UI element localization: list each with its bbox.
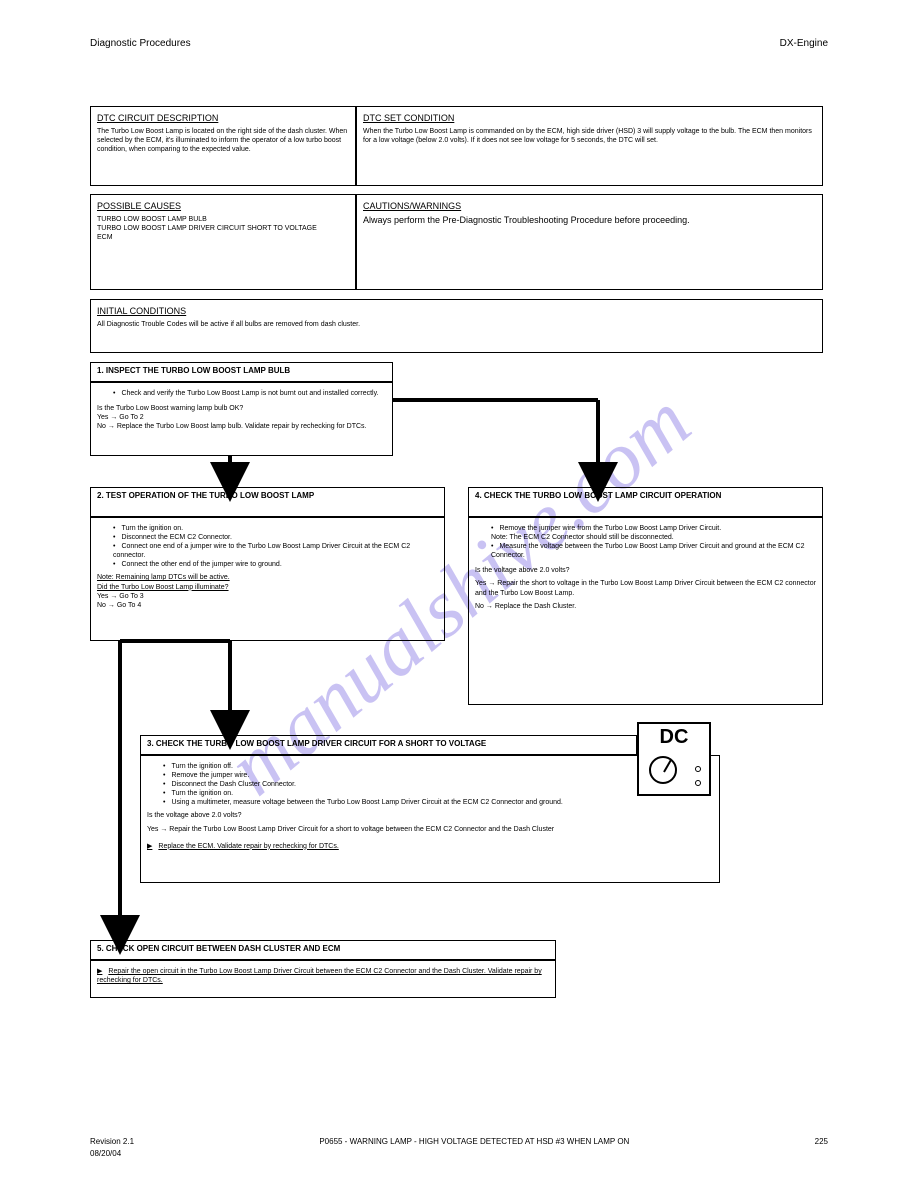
step2-title: 2. TEST OPERATION OF THE TURBO LOW BOOST… <box>97 491 314 500</box>
step2-item-1: Disconnect the ECM C2 Connector. <box>113 533 438 542</box>
step3-item-2: Disconnect the Dash Cluster Connector. <box>163 780 713 789</box>
box-body: The Turbo Low Boost Lamp is located on t… <box>97 127 349 154</box>
cautions-warnings: CAUTIONS/WARNINGS Always perform the Pre… <box>356 194 823 290</box>
dc-dial-icon <box>649 756 677 784</box>
step3-header: 3. CHECK THE TURBO LOW BOOST LAMP DRIVER… <box>140 735 637 755</box>
step4-question: Is the voltage above 2.0 volts? <box>475 566 816 575</box>
step3-question: Is the voltage above 2.0 volts? <box>147 811 713 820</box>
step3-yes: Yes → Repair the Turbo Low Boost Lamp Dr… <box>147 825 713 834</box>
step2-item-3: Connect the other end of the jumper wire… <box>113 560 438 569</box>
dc-label: DC <box>639 724 709 749</box>
step3-body: Turn the ignition off. Remove the jumper… <box>140 755 720 883</box>
step4-no: No → Replace the Dash Cluster. <box>475 602 816 611</box>
step4-yes: Yes → Repair the short to voltage in the… <box>475 579 816 597</box>
step4-item-0: Remove the jumper wire from the Turbo Lo… <box>491 524 816 533</box>
step3-item-3: Turn the ignition on. <box>163 789 713 798</box>
dtc-set-condition: DTC SET CONDITION When the Turbo Low Boo… <box>356 106 823 186</box>
box-title: DTC CIRCUIT DESCRIPTION <box>97 113 349 123</box>
box-title: INITIAL CONDITIONS <box>97 306 816 316</box>
step4-body: Remove the jumper wire from the Turbo Lo… <box>468 517 823 705</box>
step4-item-2: Measure the voltage between the Turbo Lo… <box>491 542 816 560</box>
step2-question: Did the Turbo Low Boost Lamp illuminate? <box>97 583 438 592</box>
step1-title: 1. INSPECT THE TURBO LOW BOOST LAMP BULB <box>97 366 290 375</box>
step2-note: Note: Remaining lamp DTCs will be active… <box>97 573 438 582</box>
possible-causes: POSSIBLE CAUSES TURBO LOW BOOST LAMP BUL… <box>90 194 356 290</box>
step4-title: 4. CHECK THE TURBO LOW BOOST LAMP CIRCUI… <box>475 491 721 500</box>
step3-title: 3. CHECK THE TURBO LOW BOOST LAMP DRIVER… <box>147 739 486 748</box>
step5-header: 5. CHECK OPEN CIRCUIT BETWEEN DASH CLUST… <box>90 940 556 960</box>
step2-item-0: Turn the ignition on. <box>113 524 438 533</box>
step5-title: 5. CHECK OPEN CIRCUIT BETWEEN DASH CLUST… <box>97 944 340 953</box>
step3-item-4: Using a multimeter, measure voltage betw… <box>163 798 713 807</box>
step3-item-0: Turn the ignition off. <box>163 762 713 771</box>
step1-body: Check and verify the Turbo Low Boost Lam… <box>90 382 393 456</box>
step5-body: Repair the open circuit in the Turbo Low… <box>90 960 556 998</box>
step4-header: 4. CHECK THE TURBO LOW BOOST LAMP CIRCUI… <box>468 487 823 517</box>
step4-item-1: Note: The ECM C2 Connector should still … <box>475 533 816 542</box>
box-body: All Diagnostic Trouble Codes will be act… <box>97 320 816 329</box>
dc-port-icon <box>695 766 701 772</box>
box-title: CAUTIONS/WARNINGS <box>363 201 816 211</box>
step3-item-1: Remove the jumper wire. <box>163 771 713 780</box>
initial-conditions: INITIAL CONDITIONS All Diagnostic Troubl… <box>90 299 823 353</box>
step1-header: 1. INSPECT THE TURBO LOW BOOST LAMP BULB <box>90 362 393 382</box>
cause-2: TURBO LOW BOOST LAMP DRIVER CIRCUIT SHOR… <box>97 224 349 233</box>
box-body: When the Turbo Low Boost Lamp is command… <box>363 127 816 145</box>
step1-item: Check and verify the Turbo Low Boost Lam… <box>113 389 386 398</box>
step1-question: Is the Turbo Low Boost warning lamp bulb… <box>97 404 386 413</box>
cause-1: TURBO LOW BOOST LAMP BULB <box>97 215 349 224</box>
dtc-circuit-description: DTC CIRCUIT DESCRIPTION The Turbo Low Bo… <box>90 106 356 186</box>
step2-item-2: Connect one end of a jumper wire to the … <box>113 542 438 560</box>
box-title: DTC SET CONDITION <box>363 113 816 123</box>
step3-result: Replace the ECM. Validate repair by rech… <box>147 842 713 851</box>
box-title: POSSIBLE CAUSES <box>97 201 349 211</box>
step2-body: Turn the ignition on. Disconnect the ECM… <box>90 517 445 641</box>
step1-yes: Yes → Go To 2 <box>97 413 386 422</box>
dc-port-icon <box>695 780 701 786</box>
box-body: Always perform the Pre-Diagnostic Troubl… <box>363 215 816 225</box>
dc-multimeter-icon: DC <box>637 722 711 796</box>
step5-result: Repair the open circuit in the Turbo Low… <box>97 967 549 985</box>
cause-3: ECM <box>97 233 349 242</box>
step2-header: 2. TEST OPERATION OF THE TURBO LOW BOOST… <box>90 487 445 517</box>
step2-yes: Yes → Go To 3 <box>97 592 438 601</box>
step1-no: No → Replace the Turbo Low Boost lamp bu… <box>97 422 386 431</box>
step2-no: No → Go To 4 <box>97 601 438 610</box>
